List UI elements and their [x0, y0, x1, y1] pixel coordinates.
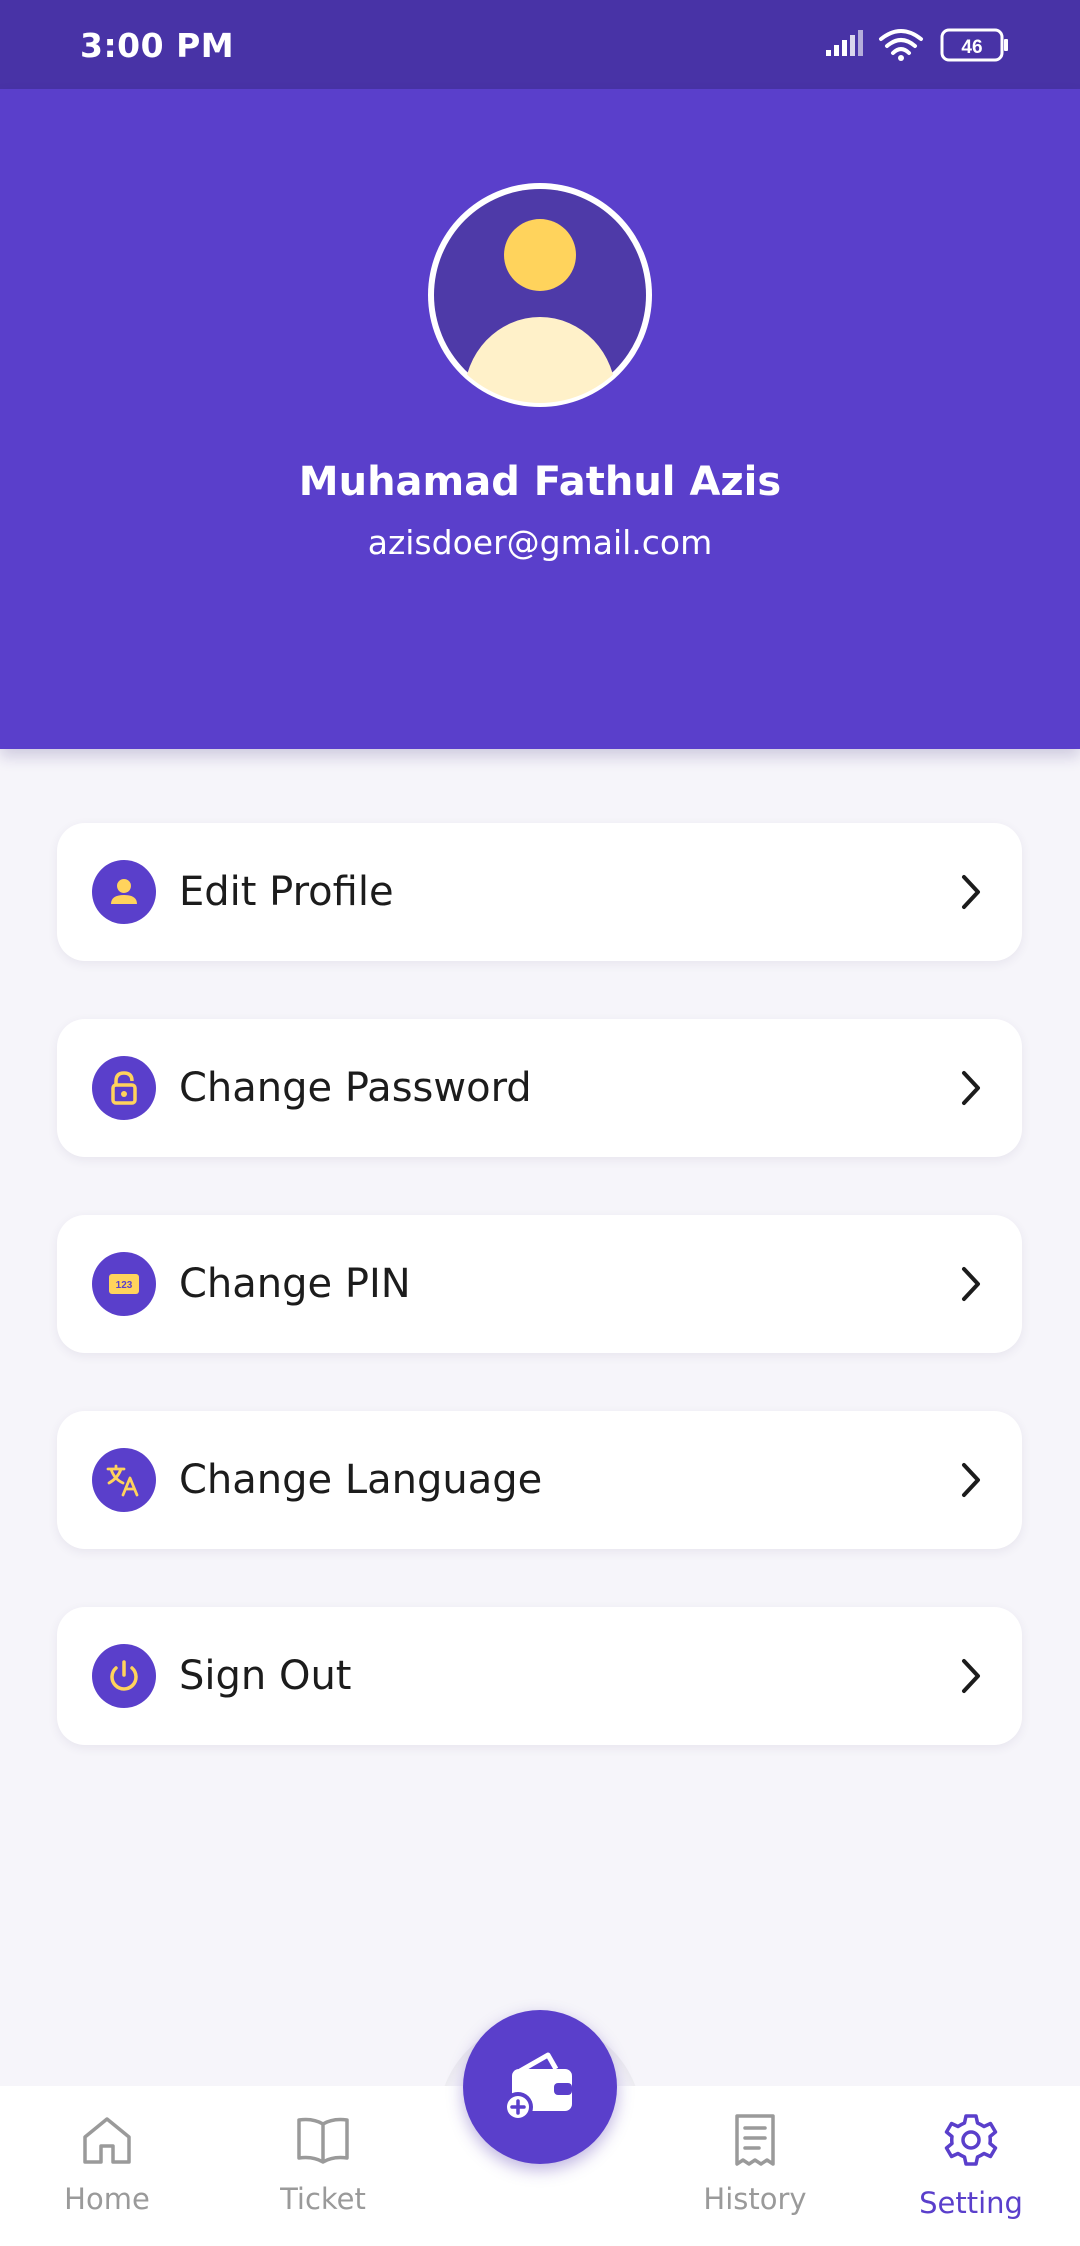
profile-email: azisdoer@gmail.com: [367, 523, 713, 562]
chevron-right-icon: [962, 1463, 980, 1497]
nav-item-home[interactable]: Home: [27, 2110, 187, 2216]
chevron-right-icon: [962, 1267, 980, 1301]
chevron-right-icon: [962, 1659, 980, 1693]
menu-label: Change Language: [179, 1457, 543, 1503]
menu-item-sign-out[interactable]: Sign Out: [57, 1607, 1022, 1745]
settings-screen: 3:00 PM 46 Muhamad Fathul Azis azisdoer@…: [0, 0, 1080, 2246]
battery-level: 46: [961, 37, 982, 58]
nav-item-history[interactable]: History: [675, 2110, 835, 2216]
home-icon: [83, 2117, 131, 2164]
profile-name: Muhamad Fathul Azis: [298, 459, 782, 505]
status-time: 3:00 PM: [80, 26, 235, 65]
nav-label: Ticket: [280, 2182, 366, 2216]
translate-icon: [92, 1448, 156, 1512]
chevron-right-icon: [962, 875, 980, 909]
menu-item-change-password[interactable]: Change Password: [57, 1019, 1022, 1157]
nav-item-ticket[interactable]: Ticket: [243, 2110, 403, 2216]
book-icon: [297, 2117, 349, 2164]
menu-label: Change PIN: [179, 1261, 411, 1307]
pin-icon: 123: [92, 1252, 156, 1316]
status-bar: 3:00 PM 46: [0, 0, 1080, 89]
profile-header: Muhamad Fathul Azis azisdoer@gmail.com: [0, 89, 1080, 749]
pin-icon-text: 123: [116, 1280, 133, 1291]
menu-label: Change Password: [179, 1065, 532, 1111]
nav-label: Home: [64, 2182, 150, 2216]
signal-icon: [826, 30, 863, 56]
wallet-add-icon: [503, 2052, 572, 2122]
wallet-fab-button[interactable]: [463, 2010, 617, 2164]
menu-label: Sign Out: [179, 1653, 352, 1699]
menu-label: Edit Profile: [179, 869, 394, 915]
lock-icon: [92, 1056, 156, 1120]
avatar[interactable]: [424, 179, 656, 411]
nav-label: Setting: [919, 2186, 1023, 2220]
gear-icon: [944, 2114, 998, 2166]
power-icon: [92, 1644, 156, 1708]
menu-item-change-language[interactable]: Change Language: [57, 1411, 1022, 1549]
battery-icon: 46: [940, 28, 1008, 62]
nav-item-setting[interactable]: Setting: [891, 2110, 1051, 2220]
person-icon: [92, 860, 156, 924]
menu-item-change-pin[interactable]: 123 Change PIN: [57, 1215, 1022, 1353]
chevron-right-icon: [962, 1071, 980, 1105]
nav-label: History: [703, 2182, 807, 2216]
menu-item-edit-profile[interactable]: Edit Profile: [57, 823, 1022, 961]
receipt-icon: [735, 2114, 775, 2166]
wifi-icon: [879, 29, 923, 61]
